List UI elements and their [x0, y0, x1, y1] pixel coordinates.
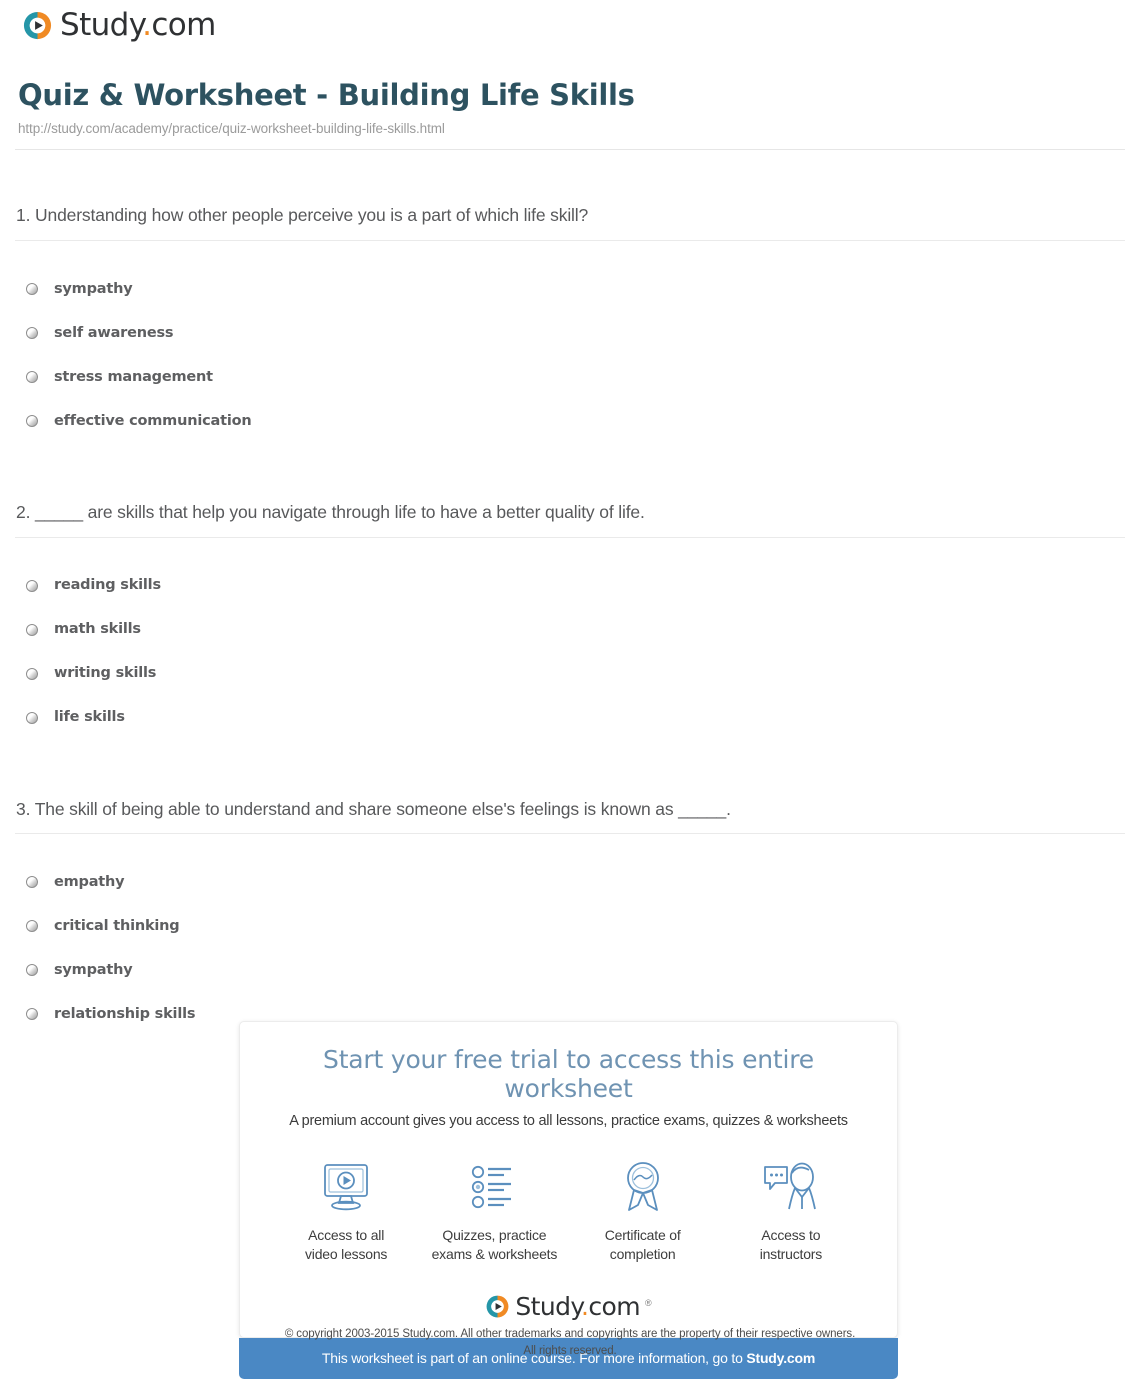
option-row[interactable]: reading skills — [0, 564, 1140, 608]
copyright-line-1: © copyright 2003-2015 Study.com. All oth… — [284, 1328, 856, 1340]
benefit-item-certificate: Certificate of completion — [569, 1158, 717, 1264]
question-block: 3. The skill of being able to understand… — [0, 740, 1140, 1037]
page-header: Study.com — [0, 0, 1140, 58]
option-label: critical thinking — [54, 918, 180, 935]
trademark-symbol: ® — [644, 1298, 652, 1309]
radio-button-icon[interactable] — [26, 876, 38, 889]
question-block: 1. Understanding how other people percei… — [0, 150, 1140, 443]
option-row[interactable]: empathy — [0, 860, 1140, 904]
option-row[interactable]: stress management — [0, 355, 1140, 399]
source-url: http://study.com/academy/practice/quiz-w… — [18, 120, 445, 136]
question-text: 1. Understanding how other people percei… — [16, 205, 589, 226]
option-row[interactable]: sympathy — [0, 948, 1140, 992]
benefit-label-line1: Quizzes, practice — [442, 1227, 547, 1244]
benefit-item-video-lessons: Access to all video lessons — [272, 1158, 420, 1264]
question-text: 2. _____ are skills that help you naviga… — [16, 501, 645, 522]
option-label: writing skills — [54, 665, 157, 682]
option-label: self awareness — [54, 324, 174, 341]
study-com-logo[interactable]: Study.com — [22, 10, 1140, 41]
benefit-label-line1: Access to — [761, 1227, 821, 1244]
radio-button-icon[interactable] — [26, 282, 38, 295]
free-trial-promo-card: Start your free trial to access this ent… — [239, 1021, 898, 1339]
radio-button-icon[interactable] — [26, 414, 38, 427]
option-label: stress management — [54, 368, 213, 385]
option-label: life skills — [54, 709, 125, 726]
radio-button-icon[interactable] — [26, 579, 38, 592]
brand-name-tld: com — [588, 1292, 640, 1322]
radio-button-icon[interactable] — [26, 920, 38, 933]
option-list: sympathy self awareness stress managemen… — [0, 241, 1140, 443]
title-block: Quiz & Worksheet - Building Life Skills … — [0, 58, 1140, 137]
option-label: relationship skills — [54, 1006, 196, 1023]
option-row[interactable]: math skills — [0, 608, 1140, 652]
monitor-play-icon — [272, 1158, 420, 1216]
option-label: reading skills — [54, 577, 161, 594]
option-row[interactable]: sympathy — [0, 267, 1140, 311]
brand-name-main: Study — [515, 1292, 582, 1322]
option-list: reading skills math skills writing skill… — [0, 538, 1140, 740]
benefit-label-line2: video lessons — [305, 1246, 388, 1263]
benefit-label: Access to instructors — [717, 1226, 865, 1264]
brand-name-dot: . — [142, 7, 152, 43]
copyright-notice: © copyright 2003-2015 Study.com. All oth… — [0, 1326, 1140, 1359]
option-label: math skills — [54, 621, 141, 638]
radio-button-icon[interactable] — [26, 326, 38, 339]
option-row[interactable]: writing skills — [0, 652, 1140, 696]
brand-name-tld: com — [151, 7, 216, 43]
radio-button-icon[interactable] — [26, 964, 38, 977]
copyright-line-2: All rights reserved. — [523, 1344, 617, 1357]
promo-heading: Start your free trial to access this ent… — [323, 1045, 814, 1103]
radio-button-icon[interactable] — [26, 370, 38, 383]
benefit-label-line1: Certificate of — [604, 1227, 681, 1244]
option-label: sympathy — [54, 962, 133, 979]
quiz-body: 1. Understanding how other people percei… — [0, 150, 1140, 1036]
radio-button-icon[interactable] — [26, 667, 38, 680]
brand-wordmark: Study.com — [60, 10, 216, 41]
benefit-label-line2: exams & worksheets — [431, 1246, 558, 1263]
benefit-label: Access to all video lessons — [272, 1226, 420, 1264]
option-row[interactable]: effective communication — [0, 399, 1140, 443]
play-circle-icon — [23, 11, 52, 40]
option-row[interactable]: critical thinking — [0, 904, 1140, 948]
option-row[interactable]: self awareness — [0, 311, 1140, 355]
question-text: 3. The skill of being able to understand… — [16, 798, 731, 819]
radio-button-icon[interactable] — [26, 1008, 38, 1021]
instructor-chat-icon — [717, 1158, 865, 1216]
play-circle-icon — [486, 1295, 509, 1318]
question-block: 2. _____ are skills that help you naviga… — [0, 443, 1140, 740]
award-ribbon-icon — [569, 1158, 717, 1216]
benefit-label: Quizzes, practice exams & worksheets — [420, 1226, 568, 1264]
radio-button-icon[interactable] — [26, 623, 38, 636]
option-row[interactable]: life skills — [0, 696, 1140, 740]
radio-button-icon[interactable] — [26, 711, 38, 724]
benefit-label-line1: Access to all — [308, 1227, 385, 1244]
promo-subheading: A premium account gives you access to al… — [289, 1112, 848, 1129]
option-label: sympathy — [54, 280, 133, 297]
quiz-list-icon — [420, 1158, 568, 1216]
benefit-label-line2: instructors — [759, 1246, 823, 1263]
benefit-item-instructors: Access to instructors — [717, 1158, 865, 1264]
brand-wordmark: Study.com — [515, 1294, 640, 1319]
promo-study-com-logo[interactable]: Study.com ® — [260, 1294, 877, 1319]
option-label: empathy — [54, 874, 125, 891]
page-title: Quiz & Worksheet - Building Life Skills — [18, 78, 635, 112]
option-list: empathy critical thinking sympathy relat… — [0, 834, 1140, 1036]
brand-name-main: Study — [60, 7, 143, 43]
benefit-item-quizzes: Quizzes, practice exams & worksheets — [420, 1158, 568, 1264]
option-label: effective communication — [54, 412, 252, 429]
benefit-label-line2: completion — [609, 1246, 676, 1263]
benefit-grid: Access to all video lessons Quizzes, pra… — [260, 1158, 877, 1264]
benefit-label: Certificate of completion — [569, 1226, 717, 1264]
